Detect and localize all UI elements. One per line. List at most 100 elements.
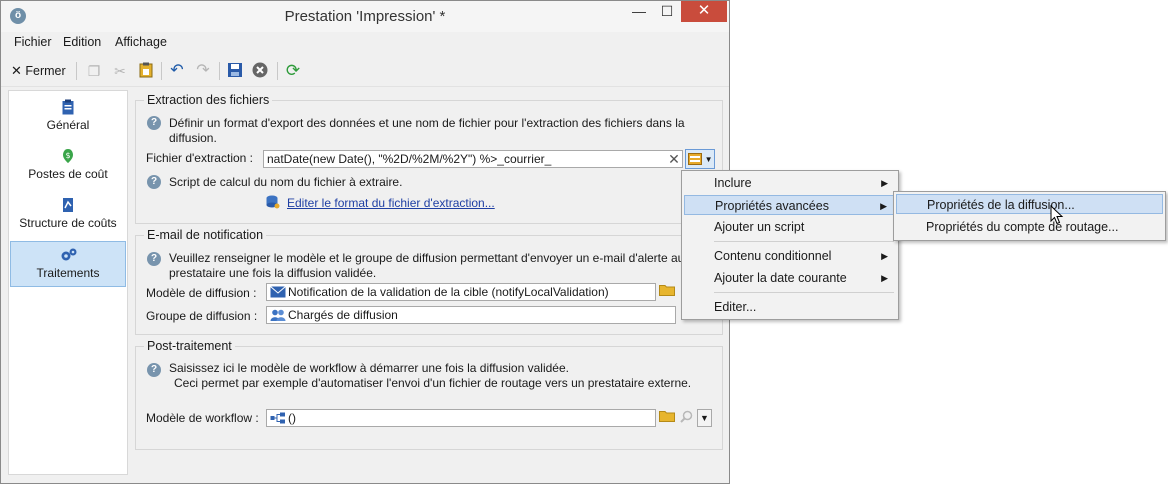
email-desc-line1: Veuillez renseigner le modèle et le grou… bbox=[169, 251, 685, 265]
edit-extraction-format-link[interactable]: Editer le format du fichier d'extraction… bbox=[287, 196, 495, 210]
window-title: Prestation 'Impression' * bbox=[284, 8, 446, 25]
content-panel: Extraction des fichiers ? Définir un for… bbox=[135, 90, 725, 475]
svg-text:$: $ bbox=[65, 151, 70, 160]
menu-item-label: Ajouter un script bbox=[714, 220, 805, 234]
submenu: Propriétés de la diffusion... Propriétés… bbox=[893, 191, 1166, 241]
gears-icon bbox=[60, 247, 77, 263]
fermer-label: Fermer bbox=[25, 64, 66, 78]
dropdown-arrow-icon: ▼ bbox=[704, 155, 713, 164]
menu-item-editer[interactable]: Editer... bbox=[684, 297, 896, 317]
script-help-text: Script de calcul du nom du fichier à ext… bbox=[169, 175, 403, 189]
menu-item-proprietes-compte-routage[interactable]: Propriétés du compte de routage... bbox=[896, 217, 1163, 237]
submenu-arrow-icon: ▶ bbox=[880, 201, 887, 211]
delivery-group-label: Groupe de diffusion : bbox=[146, 309, 258, 323]
menu-bar: Fichier Edition Affichage bbox=[1, 32, 729, 52]
group-icon bbox=[270, 309, 286, 321]
help-icon: ? bbox=[147, 116, 161, 130]
toolbar-separator bbox=[277, 62, 278, 80]
delivery-model-label: Modèle de diffusion : bbox=[146, 286, 257, 300]
refresh-icon[interactable]: ⟳ bbox=[284, 62, 302, 80]
undo-icon[interactable]: ↶ bbox=[168, 62, 186, 80]
mouse-cursor-icon bbox=[1050, 204, 1064, 228]
post-processing-group-title: Post-traitement bbox=[144, 339, 235, 353]
help-icon: ? bbox=[147, 252, 161, 266]
sidebar-item-postes-de-cout[interactable]: $ Postes de coût bbox=[9, 146, 127, 192]
file-label: Fichier d'extraction : bbox=[146, 151, 253, 165]
delivery-group-value: Chargés de diffusion bbox=[288, 308, 398, 322]
help-icon: ? bbox=[147, 175, 161, 189]
menu-item-ajouter-date[interactable]: Ajouter la date courante ▶ bbox=[684, 268, 896, 288]
menu-affichage[interactable]: Affichage bbox=[115, 35, 167, 49]
sidebar-item-general[interactable]: Général bbox=[9, 97, 127, 143]
sidebar: Général $ Postes de coût Structure de co… bbox=[8, 90, 128, 475]
menu-edition[interactable]: Edition bbox=[63, 35, 101, 49]
menu-item-inclure[interactable]: Inclure ▶ bbox=[684, 173, 896, 193]
menu-item-proprietes-diffusion[interactable]: Propriétés de la diffusion... bbox=[896, 194, 1163, 214]
menu-separator bbox=[714, 241, 894, 242]
magnifier-icon[interactable] bbox=[677, 410, 695, 428]
submenu-arrow-icon: ▶ bbox=[881, 251, 888, 261]
close-window-button[interactable]: ✕ bbox=[681, 1, 727, 22]
workflow-model-label: Modèle de workflow : bbox=[146, 411, 259, 425]
menu-item-proprietes-avancees[interactable]: Propriétés avancées ▶ bbox=[684, 195, 896, 215]
toolbar: ✕ Fermer ❐ ✂ ↶ ↷ ⟳ bbox=[1, 56, 729, 87]
folder-icon[interactable] bbox=[658, 284, 676, 302]
sidebar-item-label: Traitements bbox=[36, 266, 100, 280]
fermer-button[interactable]: ✕ Fermer bbox=[11, 62, 71, 80]
sidebar-item-label: Général bbox=[46, 118, 90, 132]
menu-item-ajouter-script[interactable]: Ajouter un script bbox=[684, 217, 896, 237]
workflow-model-input[interactable]: () bbox=[266, 409, 656, 427]
menu-item-label: Ajouter la date courante bbox=[714, 271, 847, 285]
menu-item-label: Propriétés du compte de routage... bbox=[926, 220, 1119, 234]
email-group-title: E-mail de notification bbox=[144, 228, 267, 242]
workflow-model-value: () bbox=[288, 411, 296, 425]
sidebar-item-structure-de-couts[interactable]: Structure de coûts bbox=[9, 195, 127, 241]
cancel-icon[interactable] bbox=[251, 62, 269, 80]
document-icon bbox=[60, 197, 76, 213]
delivery-model-value: Notification de la validation de la cibl… bbox=[288, 285, 609, 299]
extraction-group: Extraction des fichiers ? Définir un for… bbox=[135, 93, 723, 224]
sidebar-item-label: Postes de coût bbox=[28, 167, 108, 181]
delivery-model-input[interactable]: Notification de la validation de la cibl… bbox=[266, 283, 656, 301]
main-window: ö Prestation 'Impression' * — ☐ ✕ Fichie… bbox=[0, 0, 730, 484]
minimize-button[interactable]: — bbox=[625, 1, 653, 22]
envelope-icon bbox=[270, 286, 286, 298]
folder-icon[interactable] bbox=[658, 410, 676, 428]
maximize-button[interactable]: ☐ bbox=[653, 1, 681, 22]
post-desc-line2: Ceci permet par exemple d'automatiser l'… bbox=[174, 376, 692, 390]
post-desc-line1: Saisissez ici le modèle de workflow à dé… bbox=[169, 361, 569, 375]
file-extraction-input[interactable]: natDate(new Date(), "%2D/%2M/%2Y") %>_co… bbox=[263, 150, 683, 168]
submenu-arrow-icon: ▶ bbox=[881, 273, 888, 283]
post-processing-group: Post-traitement ? Saisissez ici le modèl… bbox=[135, 339, 723, 450]
email-desc-line2: prestataire une fois la diffusion validé… bbox=[169, 266, 377, 280]
delivery-group-input[interactable]: Chargés de diffusion bbox=[266, 306, 676, 324]
copy-icon[interactable]: ❐ bbox=[85, 62, 103, 80]
toolbar-separator bbox=[161, 62, 162, 80]
redo-icon[interactable]: ↷ bbox=[194, 62, 212, 80]
sidebar-item-label: Structure de coûts bbox=[19, 216, 117, 230]
save-icon[interactable] bbox=[226, 62, 244, 80]
clear-icon[interactable]: ✕ bbox=[665, 150, 683, 168]
money-icon: $ bbox=[60, 148, 76, 164]
paste-icon[interactable] bbox=[137, 62, 155, 80]
insert-field-button[interactable]: ▼ bbox=[685, 149, 715, 169]
clipboard-icon bbox=[60, 99, 76, 115]
sidebar-item-traitements[interactable]: Traitements bbox=[10, 241, 126, 287]
workflow-dropdown-button[interactable]: ▼ bbox=[697, 409, 712, 427]
menu-separator bbox=[714, 292, 894, 293]
menu-fichier[interactable]: Fichier bbox=[14, 35, 52, 49]
title-bar: ö Prestation 'Impression' * — ☐ ✕ bbox=[1, 1, 729, 33]
help-icon: ? bbox=[147, 363, 161, 377]
extraction-desc-line1: Définir un format d'export des données e… bbox=[169, 116, 685, 130]
menu-item-contenu-conditionnel[interactable]: Contenu conditionnel ▶ bbox=[684, 246, 896, 266]
submenu-arrow-icon: ▶ bbox=[881, 178, 888, 188]
toolbar-separator bbox=[219, 62, 220, 80]
database-icon bbox=[266, 195, 280, 212]
menu-item-label: Inclure bbox=[714, 176, 752, 190]
menu-item-label: Propriétés avancées bbox=[715, 199, 829, 213]
cut-icon[interactable]: ✂ bbox=[111, 62, 129, 80]
context-menu: Inclure ▶ Propriétés avancées ▶ Ajouter … bbox=[681, 170, 899, 320]
workflow-icon bbox=[270, 412, 285, 424]
toolbar-separator bbox=[76, 62, 77, 80]
email-group: E-mail de notification ? Veuillez rensei… bbox=[135, 228, 723, 335]
